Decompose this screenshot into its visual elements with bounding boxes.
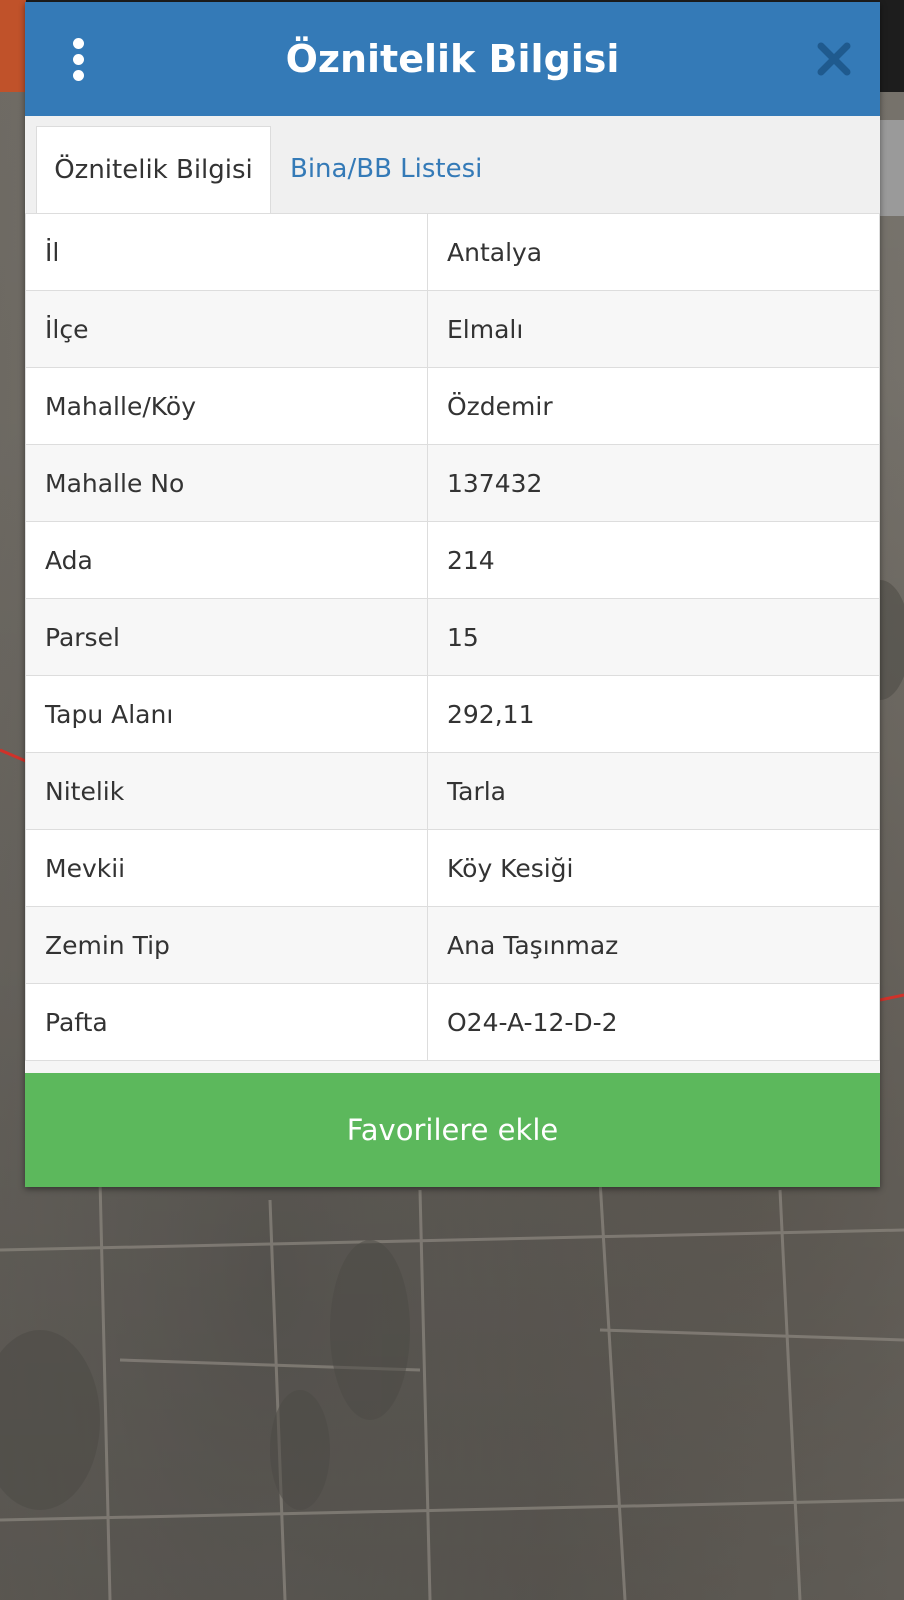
attribute-table: İl Antalya İlçe Elmalı Mahalle/Köy Özdem… <box>25 213 880 1061</box>
attribute-label: Mahalle No <box>25 444 428 522</box>
attribute-value: Köy Kesiği <box>427 829 880 907</box>
attribute-value: 137432 <box>427 444 880 522</box>
attribute-value: Özdemir <box>427 367 880 445</box>
attribute-value: Antalya <box>427 213 880 291</box>
attribute-label: Parsel <box>25 598 428 676</box>
attribute-label: Nitelik <box>25 752 428 830</box>
dialog-header: Öznitelik Bilgisi <box>25 2 880 116</box>
attribute-value: 292,11 <box>427 675 880 753</box>
dialog-title: Öznitelik Bilgisi <box>285 37 620 81</box>
table-row: İlçe Elmalı <box>25 290 880 368</box>
attribute-label: İlçe <box>25 290 428 368</box>
table-row: Zemin Tip Ana Taşınmaz <box>25 906 880 984</box>
table-row: Parsel 15 <box>25 598 880 676</box>
attribute-value: Tarla <box>427 752 880 830</box>
map-edge-marker <box>0 0 26 92</box>
table-row: Nitelik Tarla <box>25 752 880 830</box>
attribute-value: 214 <box>427 521 880 599</box>
attribute-label: Mahalle/Köy <box>25 367 428 445</box>
table-row: Tapu Alanı 292,11 <box>25 675 880 753</box>
attribute-label: Zemin Tip <box>25 906 428 984</box>
table-row: Mevkii Köy Kesiği <box>25 829 880 907</box>
tab-attribute-info[interactable]: Öznitelik Bilgisi <box>36 126 271 214</box>
table-row: Pafta O24-A-12-D-2 <box>25 983 880 1061</box>
attribute-value: 15 <box>427 598 880 676</box>
table-row: Ada 214 <box>25 521 880 599</box>
add-to-favorites-button[interactable]: Favorilere ekle <box>25 1073 880 1187</box>
attribute-info-dialog: Öznitelik Bilgisi Öznitelik Bilgisi Bina… <box>25 2 880 1187</box>
attribute-label: Ada <box>25 521 428 599</box>
attribute-label: Tapu Alanı <box>25 675 428 753</box>
tab-building-list[interactable]: Bina/BB Listesi <box>290 126 482 213</box>
table-row: Mahalle No 137432 <box>25 444 880 522</box>
attribute-value: Elmalı <box>427 290 880 368</box>
table-row: Mahalle/Köy Özdemir <box>25 367 880 445</box>
close-icon[interactable] <box>815 40 853 78</box>
attribute-label: Mevkii <box>25 829 428 907</box>
attribute-value: O24-A-12-D-2 <box>427 983 880 1061</box>
tab-bar: Öznitelik Bilgisi Bina/BB Listesi <box>25 116 880 215</box>
table-row: İl Antalya <box>25 213 880 291</box>
attribute-label: İl <box>25 213 428 291</box>
attribute-label: Pafta <box>25 983 428 1061</box>
attribute-value: Ana Taşınmaz <box>427 906 880 984</box>
map-edge-panel <box>878 120 904 216</box>
